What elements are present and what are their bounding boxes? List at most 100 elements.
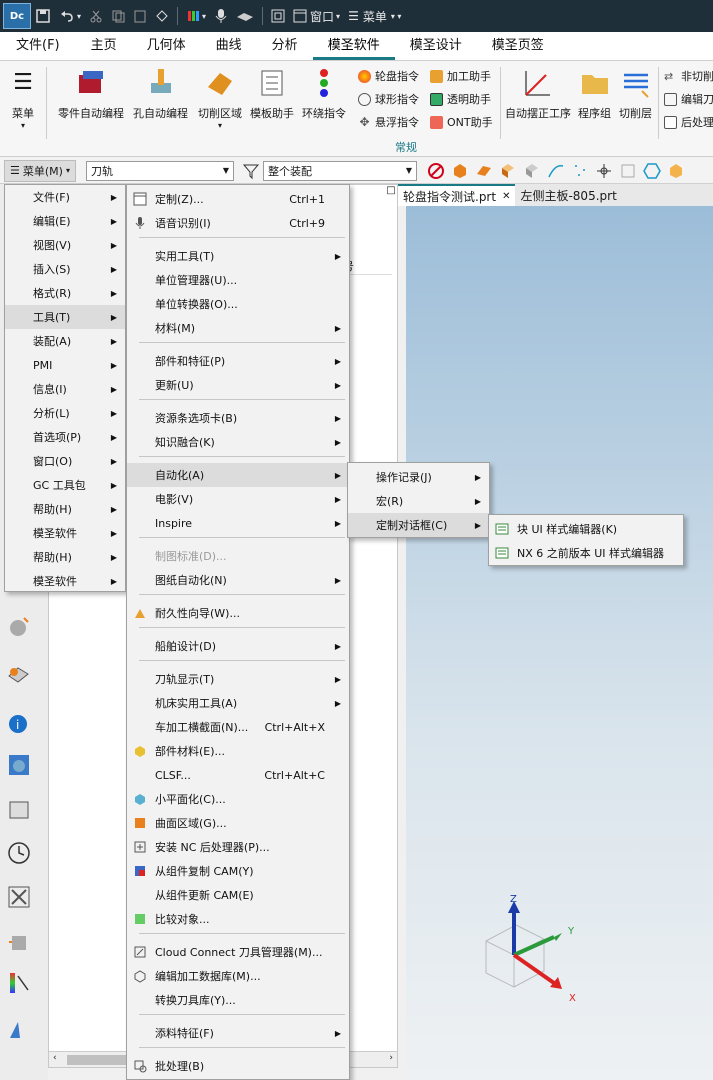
menu-item-batch[interactable]: 批处理(B)	[127, 1054, 349, 1078]
menu-item-format[interactable]: 格式(R) ▶	[5, 281, 125, 305]
menu-item-info[interactable]: 信息(I) ▶	[5, 377, 125, 401]
menu-item-update[interactable]: 更新(U) ▶	[127, 373, 349, 397]
type-filter-dropdown[interactable]: 刀轨 ▼	[85, 160, 234, 181]
menu-item-insert[interactable]: 插入(S) ▶	[5, 257, 125, 281]
post-process-button[interactable]: 后处理	[664, 114, 713, 130]
body-icon[interactable]	[499, 162, 517, 180]
menu-item-unit-converter[interactable]: 单位转换器(O)...	[127, 292, 349, 316]
ball-command-button[interactable]: 球形指令	[358, 91, 419, 107]
switch-window-icon[interactable]	[267, 4, 289, 28]
machining-feature-icon[interactable]	[6, 614, 32, 640]
info-icon[interactable]: i	[6, 710, 32, 736]
tab-curve[interactable]: 曲线	[201, 32, 257, 60]
menu-item-movie[interactable]: 电影(V) ▶	[127, 487, 349, 511]
window-menu[interactable]: 窗口 ▾	[289, 4, 344, 28]
component-icon[interactable]	[619, 162, 637, 180]
tab-mosheng-design[interactable]: 模圣设计	[395, 32, 477, 60]
menu-item-compare-objects[interactable]: 比较对象...	[127, 907, 349, 931]
program-group-button[interactable]: 程序组	[578, 67, 611, 121]
non-cutting-button[interactable]: ⇄ 非切削	[664, 68, 713, 84]
menu-item-durability-wizard[interactable]: 耐久性向导(W)...	[127, 601, 349, 625]
hands-icon[interactable]	[232, 4, 258, 28]
tab-geometry[interactable]: 几何体	[132, 32, 201, 60]
menu-item-cloud-connect[interactable]: Cloud Connect 刀具管理器(M)...	[127, 940, 349, 964]
menu-item-clsf[interactable]: CLSF... Ctrl+Alt+C	[127, 763, 349, 787]
transparent-helper-button[interactable]: 透明助手	[430, 91, 491, 107]
surround-command-button[interactable]: 环绕指令	[302, 67, 346, 121]
menu-item-analysis[interactable]: 分析(L) ▶	[5, 401, 125, 425]
menu-item-block-ui-styler[interactable]: 块 UI 样式编辑器(K)	[489, 517, 683, 541]
menu-item-customize[interactable]: 定制(Z)... Ctrl+1	[127, 187, 349, 211]
menu-item-install-post[interactable]: 安装 NC 后处理器(P)...	[127, 835, 349, 859]
ribbon-menu-button[interactable]: ☰ 菜单 ▾	[8, 67, 38, 130]
menu-item-preferences[interactable]: 首选项(P) ▶	[5, 425, 125, 449]
menu-item-mosheng[interactable]: 模圣软件 ▶	[5, 521, 125, 545]
graphics-viewport[interactable]: Z Y X	[406, 206, 713, 1080]
snap-point-icon[interactable]	[595, 162, 613, 180]
points-icon[interactable]	[571, 162, 589, 180]
float-command-button[interactable]: ✥ 悬浮指令	[358, 114, 419, 130]
tab-home[interactable]: 主页	[76, 32, 132, 60]
menu-item-journal[interactable]: 操作记录(J) ▶	[348, 465, 489, 489]
menu-item-file[interactable]: 文件(F) ▶	[5, 185, 125, 209]
sheet-body-icon[interactable]	[523, 162, 541, 180]
menu-item-view[interactable]: 视图(V) ▶	[5, 233, 125, 257]
web-browser-icon[interactable]	[6, 752, 32, 778]
maximize-icon[interactable]: □	[385, 185, 397, 197]
menu-item-update-cam[interactable]: 从组件更新 CAM(E)	[127, 883, 349, 907]
menu-item-unit-manager[interactable]: 单位管理器(U)...	[127, 268, 349, 292]
menu-item-help[interactable]: 帮助(H) ▶	[5, 497, 125, 521]
mold-icon[interactable]	[6, 1016, 32, 1042]
tab-analysis[interactable]: 分析	[257, 32, 313, 60]
menu-item-resource-tabs[interactable]: 资源条选项卡(B) ▶	[127, 406, 349, 430]
menu-item-toolpath-display[interactable]: 刀轨显示(T) ▶	[127, 667, 349, 691]
menu-item-turning-cross-section[interactable]: 车加工横截面(N)... Ctrl+Alt+X	[127, 715, 349, 739]
hexagon-icon[interactable]	[643, 162, 661, 180]
menu-item-copy-cam[interactable]: 从组件复制 CAM(Y)	[127, 859, 349, 883]
machining-helper-button[interactable]: 加工助手	[430, 68, 491, 84]
menu-item-knowledge-fusion[interactable]: 知识融合(K) ▶	[127, 430, 349, 454]
close-icon[interactable]: ✕	[502, 191, 510, 202]
undo-icon[interactable]: ▾	[55, 4, 85, 28]
menu-item-ship-design[interactable]: 船舶设计(D) ▶	[127, 634, 349, 658]
tab-file[interactable]: 文件(F)	[0, 32, 76, 60]
menu-item-drawing-automation[interactable]: 图纸自动化(N) ▶	[127, 568, 349, 592]
paste-icon[interactable]	[129, 4, 151, 28]
menu-item-edit-machining-db[interactable]: 编辑加工数据库(M)...	[127, 964, 349, 988]
menu-item-surface-region[interactable]: 曲面区域(G)...	[127, 811, 349, 835]
menu-item-custom-dialog[interactable]: 定制对话框(C) ▶	[348, 513, 489, 537]
face-icon[interactable]	[475, 162, 493, 180]
cut-layer-button[interactable]: 切削层	[619, 67, 652, 121]
stop-icon[interactable]	[427, 162, 445, 180]
cube-icon[interactable]	[667, 162, 685, 180]
menu-item-facetize[interactable]: 小平面化(C)...	[127, 787, 349, 811]
menu-item-machine-utilities[interactable]: 机床实用工具(A) ▶	[127, 691, 349, 715]
wheel-command-button[interactable]: 轮盘指令	[358, 68, 419, 84]
menu-item-pmi[interactable]: PMI ▶	[5, 353, 125, 377]
hole-auto-program-button[interactable]: 孔自动编程	[133, 67, 188, 121]
menu-item-parts-features[interactable]: 部件和特征(P) ▶	[127, 349, 349, 373]
curve-icon[interactable]	[547, 162, 565, 180]
save-icon[interactable]	[31, 4, 55, 28]
tools-icon[interactable]	[6, 884, 32, 910]
part-material-icon[interactable]	[6, 662, 32, 688]
clock-icon[interactable]	[6, 840, 32, 866]
menu-item-gc-toolkit[interactable]: GC 工具包 ▶	[5, 473, 125, 497]
menu-item-macro[interactable]: 宏(R) ▶	[348, 489, 489, 513]
auto-align-operation-button[interactable]: 自动摆正工序	[505, 67, 571, 121]
menu-button[interactable]: ☰ 菜单(M) ▾	[4, 159, 76, 182]
palette-icon[interactable]: ▾	[182, 4, 210, 28]
tab-mosheng-software[interactable]: 模圣软件	[312, 32, 395, 60]
menu-item-inspire[interactable]: Inspire ▶	[127, 511, 349, 535]
part-auto-program-button[interactable]: 零件自动编程	[58, 67, 124, 121]
robot-icon[interactable]	[6, 928, 32, 954]
copy-icon[interactable]	[107, 4, 129, 28]
menu-dropdown[interactable]: ☰ 菜单 ▾ ▾	[344, 4, 405, 28]
template-helper-button[interactable]: 模板助手	[250, 67, 294, 121]
menu-item-speech-recognition[interactable]: 语音识别(I) Ctrl+9	[127, 211, 349, 235]
file-tab[interactable]: 左侧主板-805.prt	[515, 184, 621, 206]
menu-item-tools[interactable]: 工具(T) ▶	[5, 305, 125, 329]
menu-item-automation[interactable]: 自动化(A) ▶	[127, 463, 349, 487]
menu-item-material[interactable]: 材料(M) ▶	[127, 316, 349, 340]
menu-item-mosheng-2[interactable]: 模圣软件 ▶	[5, 569, 125, 593]
